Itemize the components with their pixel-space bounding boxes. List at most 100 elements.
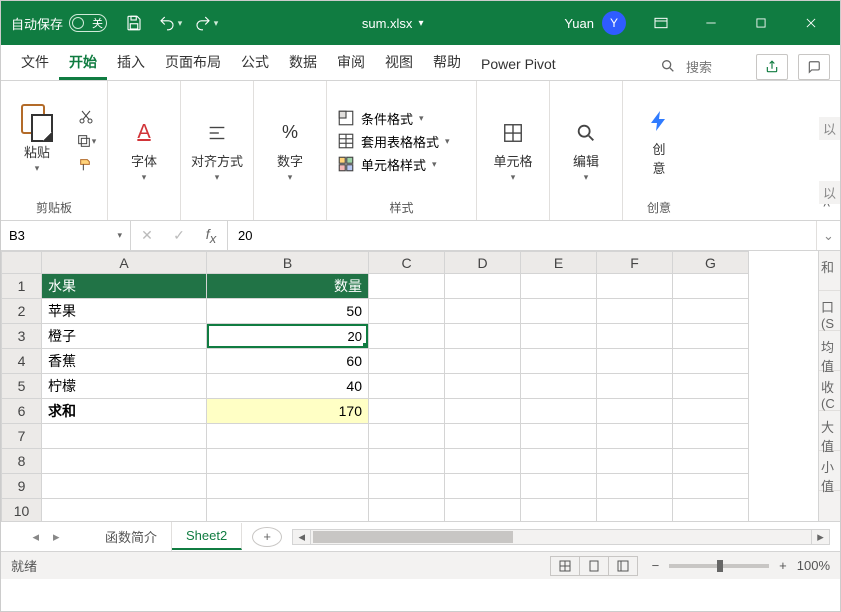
undo-icon[interactable]: ▾ [155, 8, 185, 38]
view-pagebreak-icon[interactable] [608, 556, 638, 576]
cell[interactable] [207, 499, 369, 522]
row-header[interactable]: 5 [2, 374, 42, 399]
cell-reference-input[interactable] [9, 228, 99, 243]
redo-icon[interactable]: ▾ [191, 8, 221, 38]
view-pagelayout-icon[interactable] [579, 556, 609, 576]
cell[interactable] [207, 424, 369, 449]
fill-handle[interactable] [363, 343, 369, 349]
tab-file[interactable]: 文件 [11, 44, 59, 80]
cell[interactable] [597, 499, 673, 522]
cell[interactable] [369, 349, 445, 374]
zoom-out-icon[interactable]: − [652, 558, 660, 573]
cell[interactable] [673, 474, 749, 499]
cell[interactable] [445, 299, 521, 324]
selected-cell[interactable]: 20 [207, 324, 369, 349]
cell[interactable]: 60 [207, 349, 369, 374]
toggle-switch[interactable] [69, 14, 107, 32]
cell[interactable] [597, 474, 673, 499]
ideas-button[interactable]: 创意 [633, 105, 685, 177]
cell[interactable] [521, 299, 597, 324]
row-header[interactable]: 7 [2, 424, 42, 449]
sheet-tab-sheet2[interactable]: Sheet2 [172, 523, 242, 550]
cell[interactable] [673, 374, 749, 399]
number-button[interactable]: %数字▾ [264, 117, 316, 183]
sheet-next-icon[interactable]: ▸ [53, 529, 60, 545]
cell[interactable] [42, 424, 207, 449]
search-input[interactable] [686, 60, 746, 75]
cell[interactable] [673, 299, 749, 324]
col-header[interactable]: B [207, 252, 369, 274]
tab-home[interactable]: 开始 [59, 44, 107, 80]
cell[interactable]: 数量 [207, 274, 369, 299]
row-header[interactable]: 4 [2, 349, 42, 374]
cell[interactable]: 橙子 [42, 324, 207, 349]
tab-data[interactable]: 数据 [279, 44, 327, 80]
conditional-format-button[interactable]: 条件格式▾ [337, 109, 450, 128]
cell[interactable]: 香蕉 [42, 349, 207, 374]
cell[interactable] [445, 474, 521, 499]
cell[interactable] [42, 474, 207, 499]
title-caret-icon[interactable]: ▾ [418, 18, 423, 29]
cell[interactable] [42, 499, 207, 522]
paste-button[interactable]: 粘贴 ▾ [11, 108, 63, 174]
cell[interactable] [445, 424, 521, 449]
col-header[interactable]: E [521, 252, 597, 274]
cell[interactable]: 170 [207, 399, 369, 424]
cell[interactable] [673, 274, 749, 299]
tab-insert[interactable]: 插入 [107, 44, 155, 80]
cell[interactable]: 柠檬 [42, 374, 207, 399]
col-header[interactable]: D [445, 252, 521, 274]
cell[interactable] [369, 449, 445, 474]
cell[interactable] [369, 474, 445, 499]
cells-button[interactable]: 单元格▾ [487, 117, 539, 183]
cell[interactable] [673, 399, 749, 424]
row-header[interactable]: 3 [2, 324, 42, 349]
cell[interactable]: 50 [207, 299, 369, 324]
cut-icon[interactable] [75, 108, 97, 126]
cell[interactable]: 求和 [42, 399, 207, 424]
cell[interactable] [521, 274, 597, 299]
zoom-slider[interactable] [669, 564, 769, 568]
cell[interactable] [42, 449, 207, 474]
cell[interactable]: 40 [207, 374, 369, 399]
cell[interactable] [597, 324, 673, 349]
cell[interactable]: 苹果 [42, 299, 207, 324]
row-header[interactable]: 1 [2, 274, 42, 299]
cell[interactable] [673, 424, 749, 449]
tab-layout[interactable]: 页面布局 [155, 44, 231, 80]
share-button[interactable] [756, 54, 788, 80]
ribbon-display-icon[interactable] [638, 1, 684, 45]
cell[interactable] [597, 349, 673, 374]
editing-button[interactable]: 编辑▾ [560, 117, 612, 183]
cell[interactable] [673, 499, 749, 522]
table-format-button[interactable]: 套用表格格式▾ [337, 132, 450, 151]
cell[interactable] [369, 274, 445, 299]
tab-help[interactable]: 帮助 [423, 44, 471, 80]
cell[interactable] [597, 299, 673, 324]
cell[interactable] [445, 449, 521, 474]
row-header[interactable]: 2 [2, 299, 42, 324]
zoom-in-icon[interactable]: + [779, 558, 787, 573]
view-normal-icon[interactable] [550, 556, 580, 576]
col-header[interactable]: G [673, 252, 749, 274]
cell[interactable] [445, 349, 521, 374]
cell[interactable] [445, 324, 521, 349]
cell[interactable] [597, 374, 673, 399]
fx-icon[interactable]: fx [195, 226, 227, 246]
minimize-icon[interactable] [688, 1, 734, 45]
cell[interactable] [369, 399, 445, 424]
expand-formula-icon[interactable]: ⌄ [816, 221, 840, 250]
close-icon[interactable] [788, 1, 834, 45]
user-account[interactable]: Yuan Y [564, 11, 626, 35]
cell[interactable] [673, 349, 749, 374]
cell[interactable] [445, 499, 521, 522]
col-header[interactable]: A [42, 252, 207, 274]
autosave-toggle[interactable]: 自动保存 [11, 14, 107, 33]
tab-view[interactable]: 视图 [375, 44, 423, 80]
cell[interactable] [445, 274, 521, 299]
align-button[interactable]: 对齐方式▾ [191, 117, 243, 183]
cell[interactable] [521, 449, 597, 474]
cell[interactable] [521, 424, 597, 449]
search-icon[interactable] [660, 58, 676, 77]
row-header[interactable]: 6 [2, 399, 42, 424]
